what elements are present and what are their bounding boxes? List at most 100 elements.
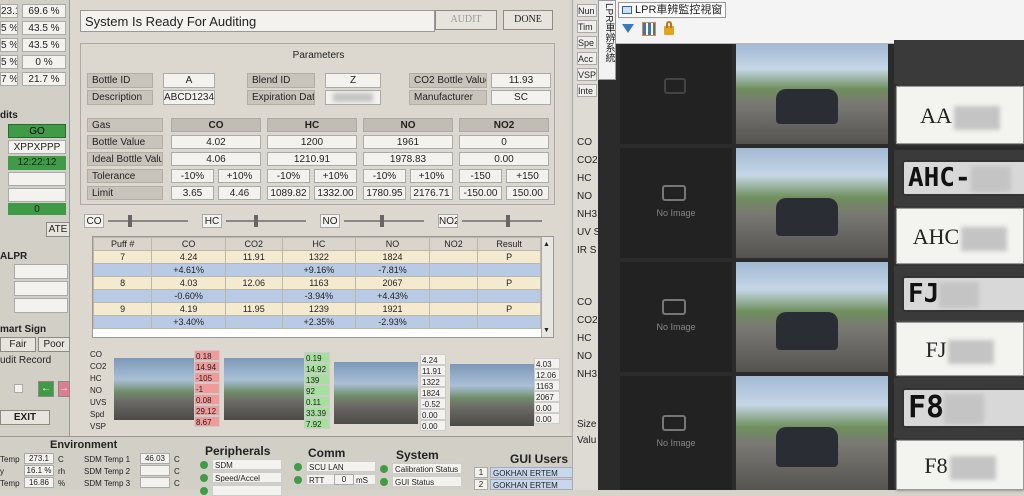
vehicle-label: VSP: [577, 68, 597, 81]
blend-id-field[interactable]: Z: [325, 73, 381, 88]
tolerance-high[interactable]: +10%: [410, 169, 453, 183]
next-button[interactable]: →: [58, 381, 70, 397]
table-row[interactable]: 7 4.24 11.91 1322 1824 P: [93, 250, 541, 264]
tolerance-low[interactable]: -10%: [267, 169, 310, 183]
smart-sign-label: mart Sign: [0, 324, 47, 335]
table-row[interactable]: +4.61% +9.16% -7.81%: [93, 263, 541, 277]
vehicle-data-strip: Nun Tim Spe Acc VSP Inte CO CO2 HC NO NH3 UV S IR S…: [572, 0, 600, 490]
plate-crop-image: FJ: [894, 266, 1024, 322]
strip-value: -105: [194, 372, 220, 383]
vehicle-image: [736, 148, 888, 258]
alpr-label: ALPR: [0, 251, 28, 262]
env-label: Temp: [0, 479, 20, 488]
strip-label: VSP: [90, 422, 107, 431]
emission-label: NO: [577, 191, 592, 202]
blank-field: [8, 188, 66, 202]
slider-thumb[interactable]: [506, 215, 510, 227]
gas-table: Gas Bottle Value Ideal Bottle Value Toleran…: [87, 118, 552, 203]
tolerance-low[interactable]: -10%: [171, 169, 214, 183]
status-message: System Is Ready For Auditing: [80, 10, 435, 32]
status-led-icon: [294, 463, 302, 471]
audit-button[interactable]: AUDIT: [435, 10, 497, 30]
table-row[interactable]: +3.40% +2.35% -2.93%: [93, 315, 541, 329]
ate-button[interactable]: ATE: [46, 222, 70, 237]
prev-button[interactable]: ←: [38, 381, 54, 397]
alpr-field: [14, 264, 68, 279]
table-cell: 4.19: [151, 302, 226, 316]
expiration-field[interactable]: [325, 90, 381, 105]
gas-row-label: Tolerance: [87, 169, 163, 183]
bottle-value: 4.02: [171, 135, 261, 149]
lpr-vertical-tab[interactable]: LPR車辨系統: [598, 0, 616, 80]
co2-bottle-field[interactable]: 11.93: [491, 73, 551, 88]
strip-value: 4.24: [420, 354, 446, 365]
poor-button[interactable]: Poor: [38, 337, 70, 352]
slider-thumb[interactable]: [128, 215, 132, 227]
tolerance-low[interactable]: -150: [459, 169, 502, 183]
description-field[interactable]: ABCD1234: [163, 90, 215, 105]
camera-icon: [662, 185, 686, 201]
table-row[interactable]: 8 4.03 12.06 1163 2067 P: [93, 276, 541, 290]
camera-icon: [662, 299, 686, 315]
table-cell: 11.95: [224, 302, 283, 316]
lpr-tab[interactable]: LPR車辨監控視窗: [618, 2, 726, 18]
table-row[interactable]: -0.60% -3.94% +4.43%: [93, 289, 541, 303]
limit-low: -150.00: [459, 186, 502, 200]
slider-track[interactable]: [108, 215, 188, 227]
bottle-id-field[interactable]: A: [163, 73, 215, 88]
tolerance-high[interactable]: +10%: [218, 169, 261, 183]
table-cell: [428, 263, 479, 277]
strip-value: 14.94: [194, 361, 220, 372]
slider-track[interactable]: [226, 215, 306, 227]
plate-redaction: [948, 339, 995, 364]
grid-view-icon[interactable]: [642, 22, 656, 36]
vehicle-image: [736, 376, 888, 490]
ideal-bottle-value: 4.06: [171, 152, 261, 166]
fair-button[interactable]: Fair: [0, 337, 36, 352]
exit-button[interactable]: EXIT: [0, 410, 50, 425]
license-plate: FJ: [902, 276, 1024, 312]
vehicle-label: Nun: [577, 4, 597, 17]
tolerance-high[interactable]: +10%: [314, 169, 357, 183]
slider-label: HC: [202, 214, 222, 228]
env-value: 273.1: [24, 453, 54, 464]
parameters-title: Parameters: [292, 50, 345, 61]
plate-redaction: [970, 165, 1011, 192]
slider-track[interactable]: [344, 215, 424, 227]
manufacturer-field[interactable]: SC: [491, 90, 551, 105]
strip-value: 0.18: [194, 350, 220, 361]
table-cell: [428, 302, 479, 316]
go-indicator[interactable]: GO: [8, 124, 66, 138]
puff-scrollbar[interactable]: ▲ ▼: [541, 237, 553, 337]
env-value-2: [140, 465, 170, 476]
lpr-window: LPR車辨系統 LPR車辨監控視窗 No Image No Image No Ima…: [598, 0, 1024, 490]
scroll-up-icon[interactable]: ▲: [543, 238, 550, 251]
table-cell: [477, 263, 541, 277]
tolerance-low[interactable]: -10%: [363, 169, 406, 183]
slider-thumb[interactable]: [254, 215, 258, 227]
puff-table-header: CO2: [224, 237, 283, 251]
record-checkbox[interactable]: [14, 384, 23, 393]
plate-redaction: [944, 393, 985, 424]
strip-value: 8.67: [194, 416, 220, 427]
co2-bottle-label: CO2 Bottle Value: [409, 73, 487, 88]
done-button[interactable]: DONE: [503, 10, 553, 30]
table-row[interactable]: 9 4.19 11.95 1239 1921 P: [93, 302, 541, 316]
status-led-icon: [380, 478, 388, 486]
gas-row-label: Limit: [87, 186, 163, 200]
bottle-value: 1200: [267, 135, 357, 149]
plate-text: FJ: [908, 279, 940, 309]
vehicle-icon: [776, 89, 838, 124]
expiration-label: Expiration Date: [247, 90, 315, 105]
tolerance-high[interactable]: +150: [506, 169, 549, 183]
emission-label: HC: [577, 173, 592, 184]
environment-title: Environment: [50, 439, 118, 451]
slider-thumb[interactable]: [380, 215, 384, 227]
table-cell: P: [477, 250, 541, 264]
user-number: 1: [474, 467, 488, 478]
table-cell: 7: [93, 250, 153, 264]
filter-icon[interactable]: [622, 24, 634, 33]
camera-icon: [664, 78, 686, 94]
slider-track[interactable]: [462, 215, 542, 227]
scroll-down-icon[interactable]: ▼: [543, 324, 550, 337]
